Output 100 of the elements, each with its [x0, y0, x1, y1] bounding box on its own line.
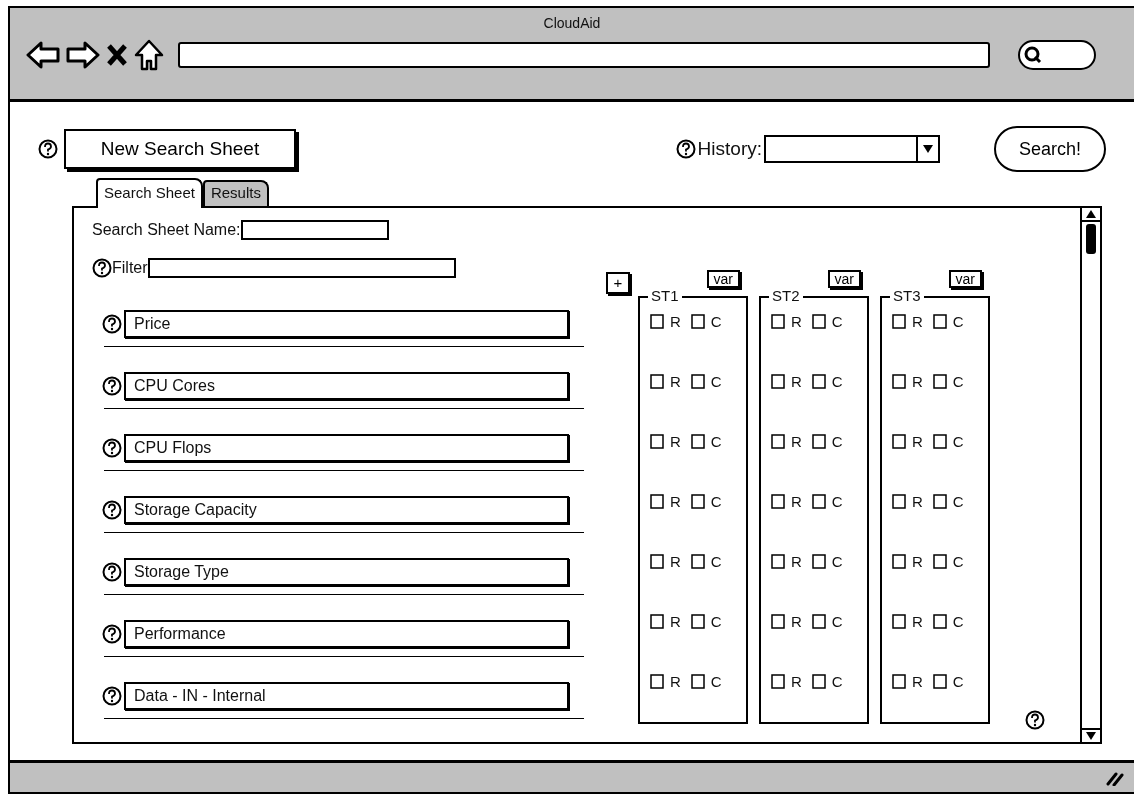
checkbox[interactable]	[771, 494, 785, 509]
checkbox[interactable]	[771, 374, 785, 389]
checkbox[interactable]	[690, 494, 705, 509]
help-icon[interactable]	[102, 438, 122, 458]
var-button[interactable]: var	[706, 270, 740, 288]
checkbox[interactable]	[892, 494, 906, 509]
var-button[interactable]: var	[948, 270, 982, 288]
help-icon[interactable]	[92, 258, 112, 278]
help-icon[interactable]	[102, 686, 122, 706]
checkbox[interactable]	[932, 314, 947, 329]
checkbox-label: R	[912, 674, 923, 690]
checkbox[interactable]	[932, 374, 947, 389]
search-button[interactable]: Search!	[994, 126, 1106, 172]
checkbox[interactable]	[932, 494, 947, 509]
history-dropdown[interactable]	[764, 135, 940, 163]
checkbox[interactable]	[932, 554, 947, 569]
checkbox[interactable]	[650, 434, 664, 449]
checkbox-label: R	[670, 554, 681, 570]
checkbox[interactable]	[771, 434, 785, 449]
checkbox[interactable]	[690, 374, 705, 389]
checkbox[interactable]	[811, 554, 826, 569]
checkbox[interactable]	[932, 434, 947, 449]
help-icon[interactable]	[102, 376, 122, 396]
checkbox[interactable]	[690, 614, 705, 629]
checkbox-label: R	[912, 494, 923, 510]
checkbox[interactable]	[690, 674, 705, 689]
checkbox-label: C	[952, 494, 964, 510]
checkbox-label: C	[952, 614, 964, 630]
checkbox[interactable]	[892, 674, 906, 689]
attribute-field[interactable]: CPU Flops	[124, 434, 569, 462]
close-icon[interactable]	[106, 43, 128, 67]
checkbox[interactable]	[771, 314, 785, 329]
attribute-field[interactable]: CPU Cores	[124, 372, 569, 400]
forward-icon[interactable]	[66, 40, 100, 70]
add-button[interactable]: +	[606, 272, 630, 294]
attribute-field[interactable]: Data - IN - Internal	[124, 682, 569, 710]
help-icon[interactable]	[102, 500, 122, 520]
tab[interactable]: Search Sheet	[96, 178, 203, 208]
search-icon	[1024, 46, 1042, 64]
checkbox[interactable]	[892, 434, 906, 449]
new-search-sheet-button[interactable]: New Search Sheet	[64, 129, 296, 169]
help-icon[interactable]	[102, 314, 122, 334]
checkbox[interactable]	[892, 554, 906, 569]
checkbox-label: R	[791, 314, 802, 330]
attribute-field[interactable]: Performance	[124, 620, 569, 648]
checkbox[interactable]	[932, 614, 947, 629]
help-icon[interactable]	[1025, 710, 1045, 730]
help-icon[interactable]	[38, 139, 58, 159]
home-icon[interactable]	[134, 39, 164, 71]
attribute-field[interactable]: Price	[124, 310, 569, 338]
checkbox[interactable]	[650, 374, 664, 389]
checkbox[interactable]	[650, 614, 664, 629]
checkbox-label: R	[791, 554, 802, 570]
attribute-field[interactable]: Storage Capacity	[124, 496, 569, 524]
checkbox[interactable]	[771, 614, 785, 629]
checkbox[interactable]	[892, 374, 906, 389]
sheet-name-label: Search Sheet Name:	[92, 220, 241, 240]
help-icon[interactable]	[675, 139, 696, 159]
checkbox-label: C	[952, 554, 964, 570]
checkbox[interactable]	[892, 614, 906, 629]
filter-label: Filter	[112, 258, 148, 278]
checkbox[interactable]	[650, 494, 664, 509]
checkbox-label: C	[831, 614, 843, 630]
help-icon[interactable]	[102, 624, 122, 644]
checkbox-label: R	[670, 314, 681, 330]
checkbox[interactable]	[932, 674, 947, 689]
checkbox[interactable]	[650, 314, 664, 329]
checkbox-label: C	[952, 374, 964, 390]
var-button[interactable]: var	[827, 270, 861, 288]
search-field[interactable]	[1018, 40, 1096, 70]
checkbox-label: R	[670, 374, 681, 390]
checkbox-label: R	[912, 614, 923, 630]
checkbox-label: R	[670, 674, 681, 690]
checkbox[interactable]	[690, 314, 705, 329]
checkbox[interactable]	[771, 554, 785, 569]
checkbox[interactable]	[811, 674, 826, 689]
help-icon[interactable]	[102, 562, 122, 582]
address-field[interactable]	[178, 42, 990, 68]
checkbox[interactable]	[650, 674, 664, 689]
checkbox[interactable]	[811, 374, 826, 389]
tab[interactable]: Results	[202, 180, 269, 206]
checkbox[interactable]	[771, 674, 785, 689]
checkbox[interactable]	[892, 314, 906, 329]
checkbox[interactable]	[690, 554, 705, 569]
filter-field[interactable]	[147, 258, 456, 278]
checkbox[interactable]	[811, 614, 826, 629]
checkbox-label: R	[670, 614, 681, 630]
checkbox[interactable]	[811, 314, 826, 329]
sheet-name-field[interactable]	[240, 220, 389, 240]
attribute-field[interactable]: Storage Type	[124, 558, 569, 586]
scroll-thumb[interactable]	[1086, 224, 1096, 254]
scrollbar[interactable]	[1080, 208, 1100, 742]
checkbox[interactable]	[811, 494, 826, 509]
checkbox[interactable]	[690, 434, 705, 449]
scroll-down-icon[interactable]	[1086, 732, 1096, 740]
scroll-up-icon[interactable]	[1086, 210, 1096, 218]
checkbox[interactable]	[811, 434, 826, 449]
checkbox-label: C	[952, 434, 964, 450]
checkbox[interactable]	[650, 554, 664, 569]
back-icon[interactable]	[26, 40, 60, 70]
